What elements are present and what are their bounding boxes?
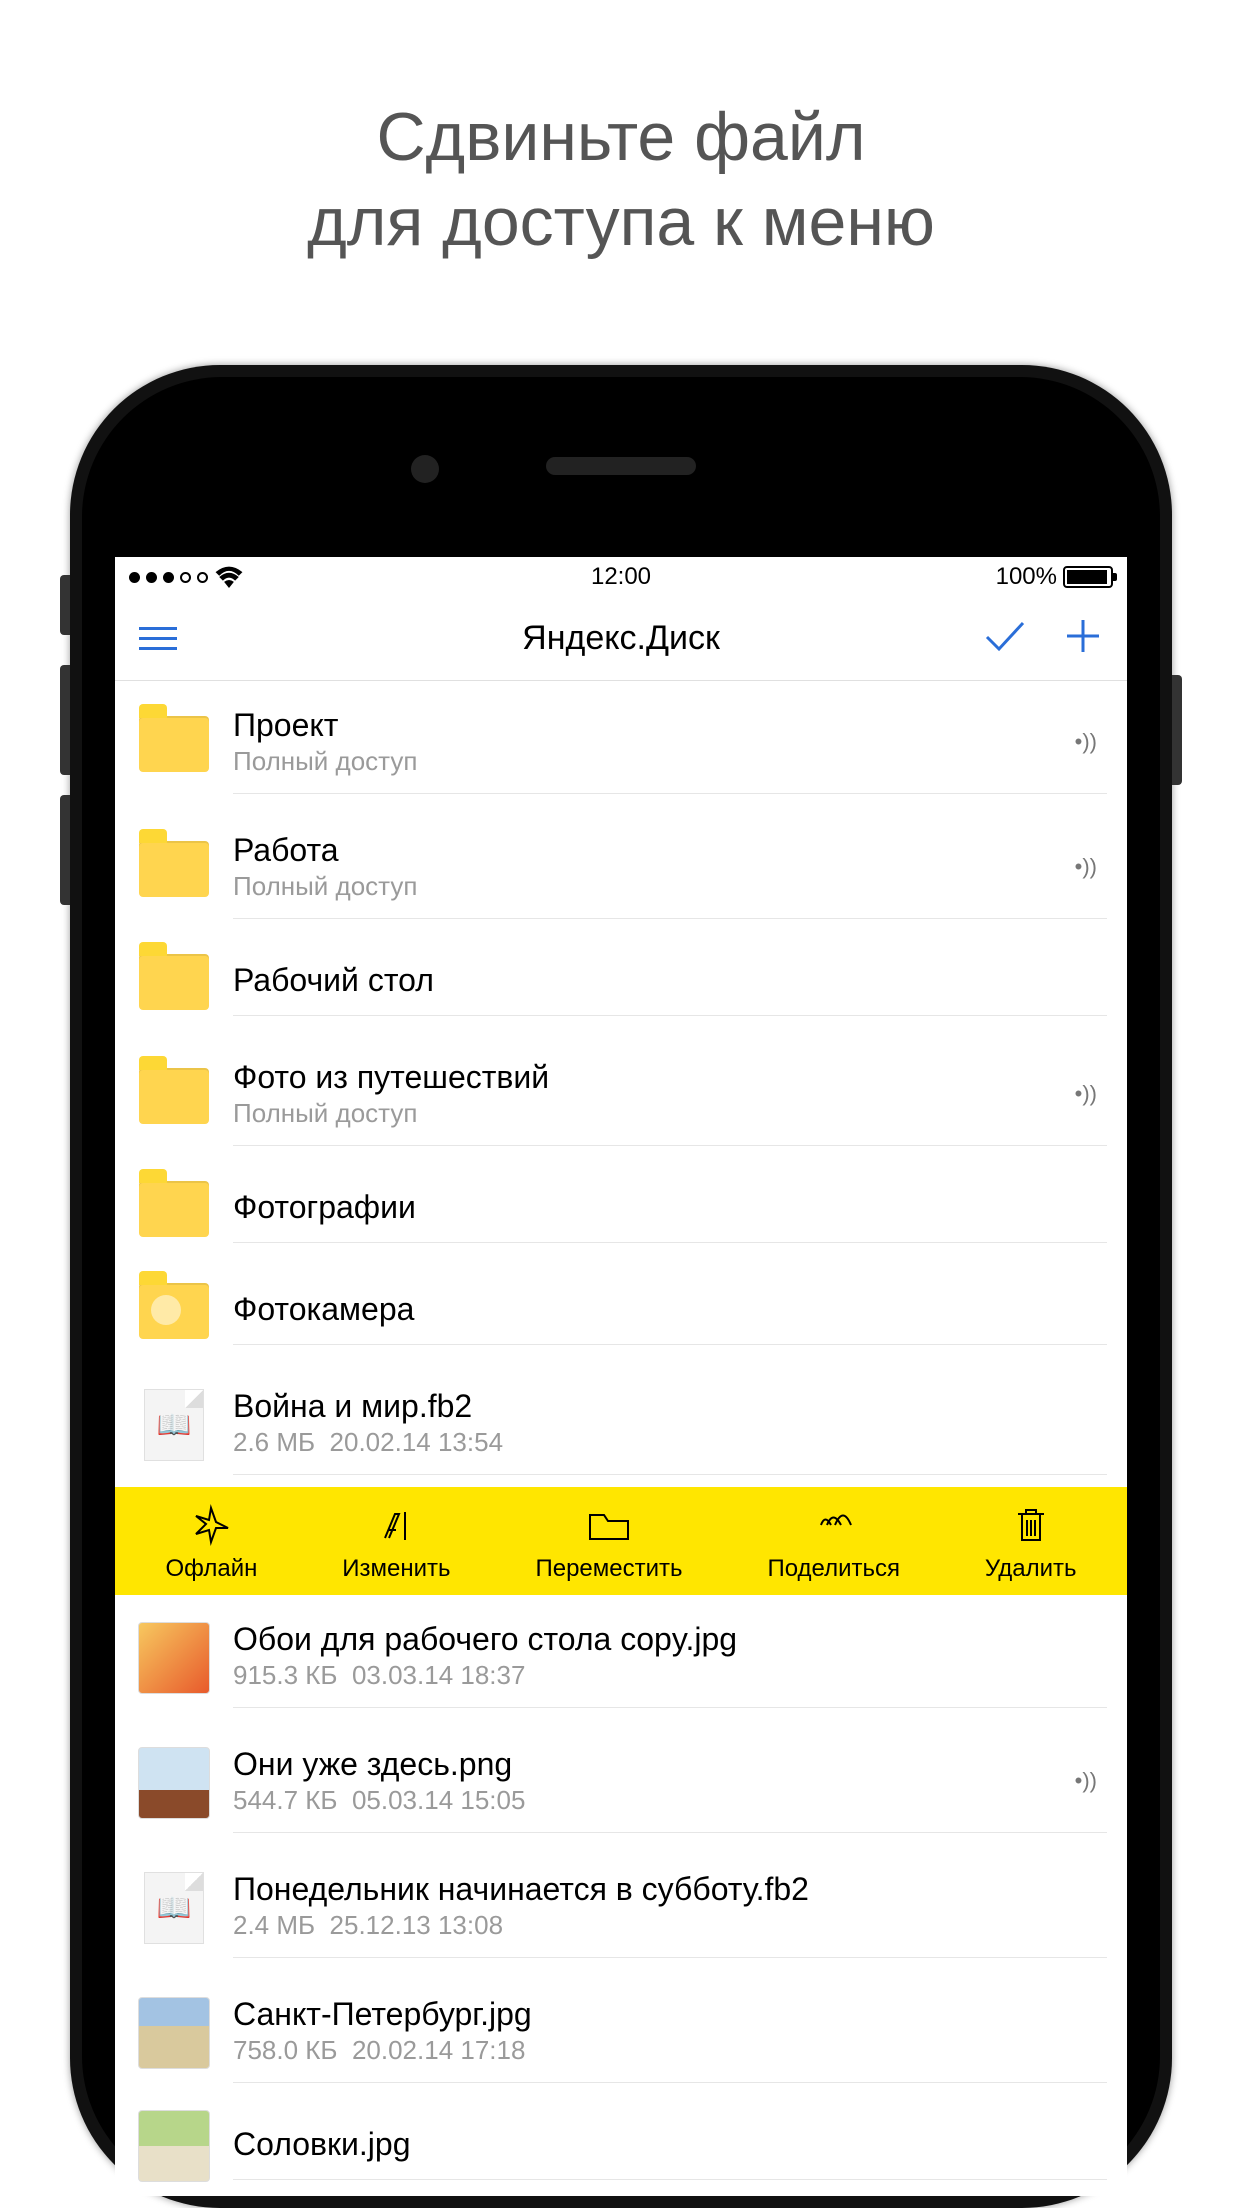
share-icon xyxy=(813,1503,855,1547)
file-name: Фотокамера xyxy=(233,1291,1107,1328)
offline-action[interactable]: Офлайн xyxy=(165,1503,257,1583)
share-action[interactable]: Поделиться xyxy=(767,1503,900,1583)
power-button xyxy=(1172,675,1182,785)
shared-icon: •)) xyxy=(1075,1081,1107,1107)
folder-icon xyxy=(139,841,209,897)
status-time: 12:00 xyxy=(591,563,651,591)
rename-label: Изменить xyxy=(342,1555,450,1583)
offline-label: Офлайн xyxy=(165,1555,257,1583)
promo-line1: Сдвиньте файл xyxy=(0,95,1242,180)
list-item[interactable]: Фото из путешествийПолный доступ•)) xyxy=(115,1033,1127,1158)
list-item[interactable]: Они уже здесь.png544.7 КБ 05.03.14 15:05… xyxy=(115,1720,1127,1845)
airplane-icon xyxy=(190,1503,232,1547)
volume-down-button xyxy=(60,795,70,905)
folder-icon xyxy=(139,1181,209,1237)
file-meta: 2.4 МБ 25.12.13 13:08 xyxy=(233,1910,1107,1941)
battery-icon xyxy=(1063,566,1113,588)
volume-up-button xyxy=(60,665,70,775)
list-item[interactable]: РаботаПолный доступ•)) xyxy=(115,806,1127,931)
list-item[interactable]: ПроектПолный доступ•)) xyxy=(115,681,1127,806)
folder-move-icon xyxy=(586,1503,632,1547)
promo-title: Сдвиньте файл для доступа к меню xyxy=(0,0,1242,265)
front-camera xyxy=(411,455,439,483)
file-name: Работа xyxy=(233,832,1075,869)
nav-bar: Яндекс.Диск xyxy=(115,597,1127,681)
shared-icon: •)) xyxy=(1075,1768,1107,1794)
file-name: Соловки.jpg xyxy=(233,2126,1107,2163)
delete-action[interactable]: Удалить xyxy=(985,1503,1077,1583)
rename-action[interactable]: Изменить xyxy=(342,1503,450,1583)
file-meta: 2.6 МБ 20.02.14 13:54 xyxy=(233,1427,1107,1458)
status-bar: 12:00 100% xyxy=(115,557,1127,597)
file-name: Война и мир.fb2 xyxy=(233,1388,1107,1425)
mute-switch xyxy=(60,575,70,635)
book-file-icon: 📖 xyxy=(144,1872,204,1944)
file-name: Они уже здесь.png xyxy=(233,1746,1075,1783)
access-label: Полный доступ xyxy=(233,1098,1075,1129)
file-name: Санкт-Петербург.jpg xyxy=(233,1996,1107,2033)
select-button[interactable] xyxy=(983,619,1027,658)
access-label: Полный доступ xyxy=(233,871,1075,902)
file-name: Фотографии xyxy=(233,1189,1107,1226)
file-list[interactable]: ПроектПолный доступ•))РаботаПолный досту… xyxy=(115,681,1127,2196)
list-item[interactable]: 📖 Понедельник начинается в субботу.fb22.4… xyxy=(115,1845,1127,1970)
file-name: Обои для рабочего стола copy.jpg xyxy=(233,1621,1107,1658)
file-meta: 915.3 КБ 03.03.14 18:37 xyxy=(233,1660,1107,1691)
folder-icon xyxy=(139,716,209,772)
move-action[interactable]: Переместить xyxy=(535,1503,682,1583)
swipe-action-bar: Офлайн Изменить Переместить Поделиться Удали… xyxy=(115,1487,1127,1595)
signal-strength xyxy=(129,566,244,588)
share-label: Поделиться xyxy=(767,1555,900,1583)
list-item[interactable]: Фотокамера xyxy=(115,1260,1127,1362)
menu-button[interactable] xyxy=(139,627,177,650)
list-item[interactable]: Рабочий стол xyxy=(115,931,1127,1033)
list-item[interactable]: Фотографии xyxy=(115,1158,1127,1260)
wifi-icon xyxy=(214,566,244,588)
nav-title: Яндекс.Диск xyxy=(522,619,720,658)
folder-icon xyxy=(139,954,209,1010)
file-name: Проект xyxy=(233,707,1075,744)
promo-line2: для доступа к меню xyxy=(0,180,1242,265)
delete-label: Удалить xyxy=(985,1555,1077,1583)
shared-icon: •)) xyxy=(1075,854,1107,880)
file-name: Понедельник начинается в субботу.fb2 xyxy=(233,1871,1107,1908)
battery-percent: 100% xyxy=(996,563,1057,591)
list-item[interactable]: Обои для рабочего стола copy.jpg915.3 КБ… xyxy=(115,1595,1127,1720)
image-thumbnail xyxy=(138,1997,210,2069)
screen: 12:00 100% Яндекс.Диск Прое xyxy=(115,557,1127,2196)
shared-icon: •)) xyxy=(1075,729,1107,755)
list-item[interactable]: 📖 Война и мир.fb22.6 МБ 20.02.14 13:54 xyxy=(115,1362,1127,1487)
move-label: Переместить xyxy=(535,1555,682,1583)
add-button[interactable] xyxy=(1063,616,1103,661)
folder-icon xyxy=(139,1068,209,1124)
file-name: Рабочий стол xyxy=(233,962,1107,999)
image-thumbnail xyxy=(138,1622,210,1694)
list-item[interactable]: Санкт-Петербург.jpg758.0 КБ 20.02.14 17:… xyxy=(115,1970,1127,2095)
phone-frame: 12:00 100% Яндекс.Диск Прое xyxy=(70,365,1172,2208)
trash-icon xyxy=(1012,1503,1050,1547)
camera-folder-icon xyxy=(139,1283,209,1339)
file-name: Фото из путешествий xyxy=(233,1059,1075,1096)
file-meta: 758.0 КБ 20.02.14 17:18 xyxy=(233,2035,1107,2066)
file-meta: 544.7 КБ 05.03.14 15:05 xyxy=(233,1785,1075,1816)
list-item[interactable]: Соловки.jpg xyxy=(115,2095,1127,2196)
rename-icon xyxy=(375,1503,417,1547)
book-file-icon: 📖 xyxy=(144,1389,204,1461)
image-thumbnail xyxy=(138,2110,210,2182)
image-thumbnail xyxy=(138,1747,210,1819)
speaker xyxy=(546,457,696,475)
access-label: Полный доступ xyxy=(233,746,1075,777)
